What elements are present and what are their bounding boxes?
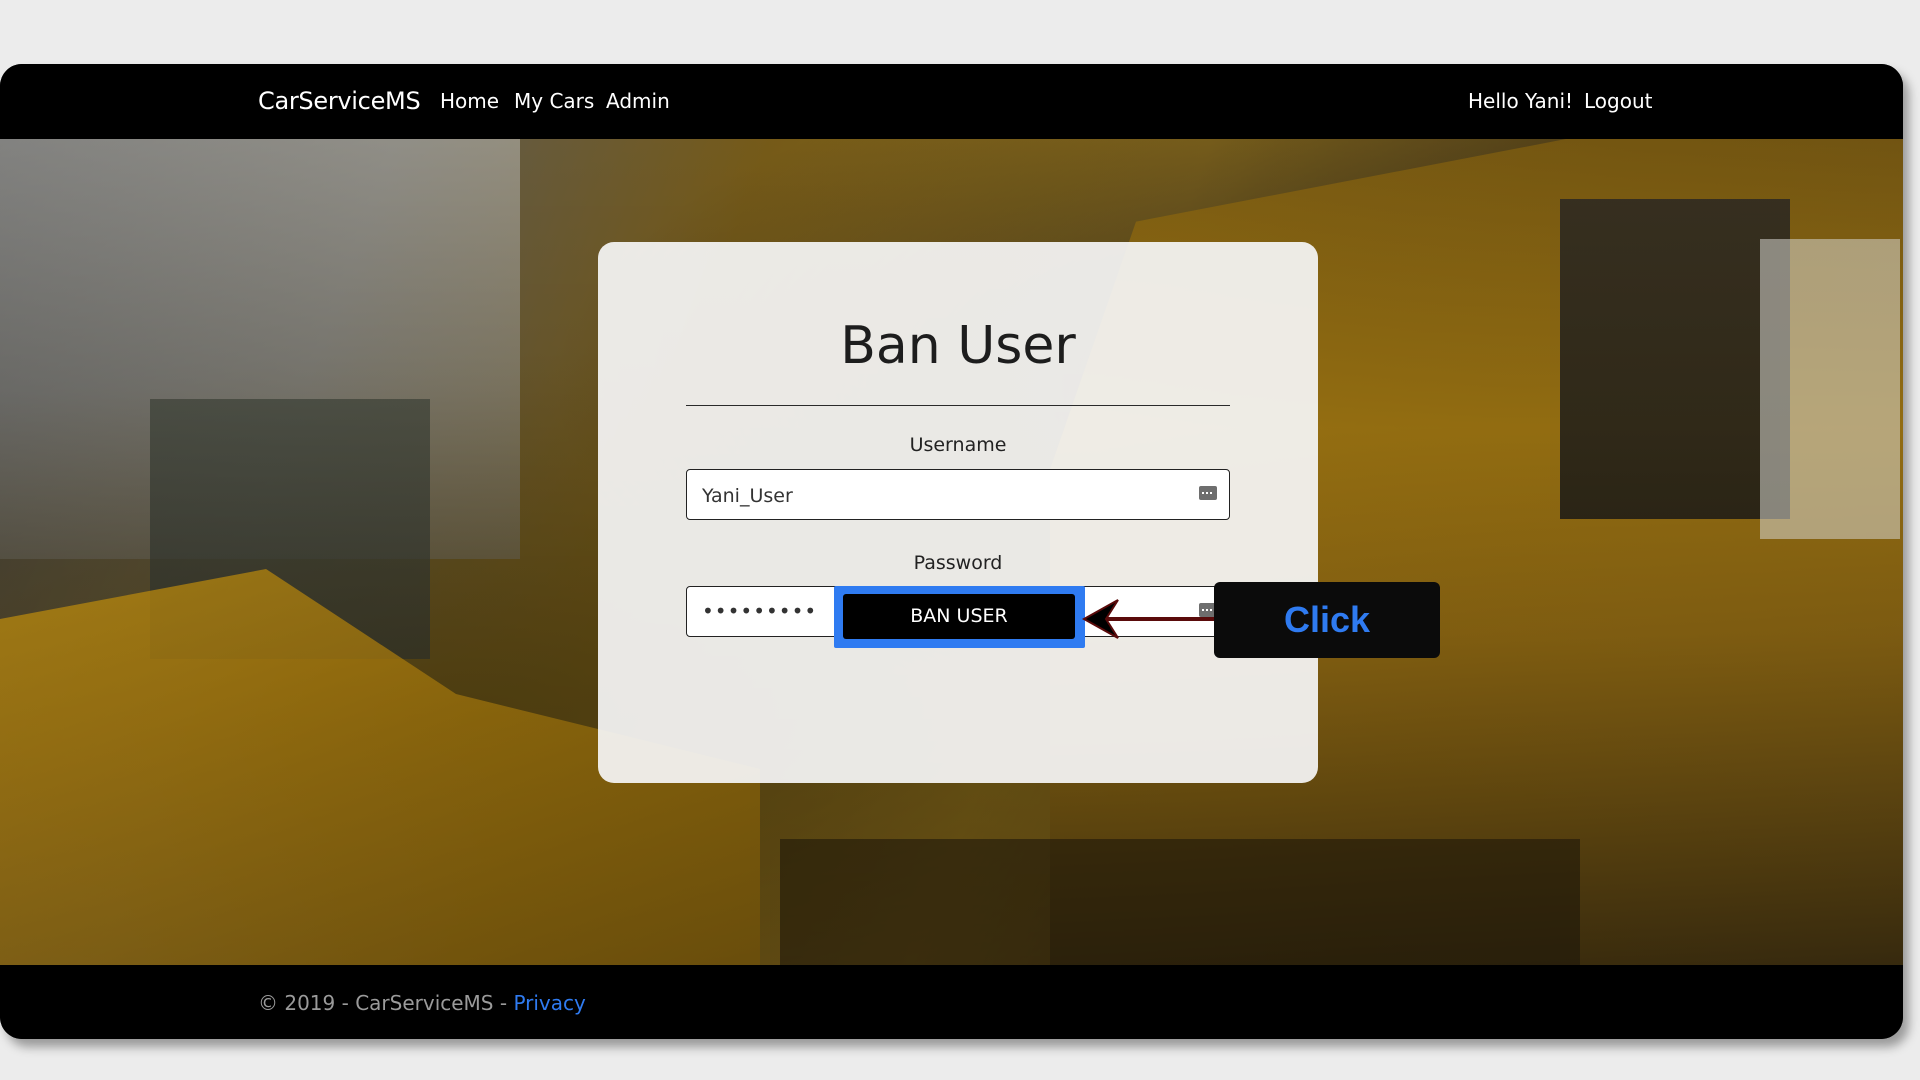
copyright-text: © 2019 - CarServiceMS - — [258, 991, 514, 1015]
footer: © 2019 - CarServiceMS - Privacy — [0, 965, 1903, 1039]
ban-user-form-card: Ban User Username Yani_User Password •••… — [598, 242, 1318, 783]
brand-link[interactable]: CarServiceMS — [258, 87, 421, 115]
username-label: Username — [909, 434, 1007, 456]
footer-copyright: © 2019 - CarServiceMS - Privacy — [258, 991, 586, 1015]
autofill-key-icon[interactable] — [1199, 486, 1217, 500]
ban-user-button[interactable]: BAN USER — [843, 594, 1075, 639]
background-truck-lower — [780, 839, 1580, 965]
privacy-link[interactable]: Privacy — [513, 991, 585, 1015]
browser-window: CarServiceMS Home My Cars Admin Hello Ya… — [0, 64, 1903, 1039]
nav-admin-link[interactable]: Admin — [606, 89, 670, 113]
title-divider — [686, 405, 1230, 406]
username-input[interactable]: Yani_User — [686, 469, 1230, 520]
hero-background: Ban User Username Yani_User Password •••… — [0, 139, 1903, 965]
logout-link[interactable]: Logout — [1584, 89, 1652, 113]
nav-my-cars-link[interactable]: My Cars — [514, 89, 594, 113]
form-title: Ban User — [840, 316, 1076, 376]
background-truck-window-side — [1760, 239, 1900, 539]
nav-home-link[interactable]: Home — [440, 89, 499, 113]
password-label: Password — [913, 552, 1003, 574]
click-callout: Click — [1214, 582, 1440, 658]
password-value: ••••••••• — [702, 599, 818, 623]
background-truck-window — [1560, 199, 1790, 519]
user-greeting-link[interactable]: Hello Yani! — [1468, 89, 1573, 113]
navbar: CarServiceMS Home My Cars Admin Hello Ya… — [0, 64, 1903, 139]
annotation-arrow-icon — [1081, 599, 1215, 639]
username-value: Yani_User — [702, 485, 793, 507]
